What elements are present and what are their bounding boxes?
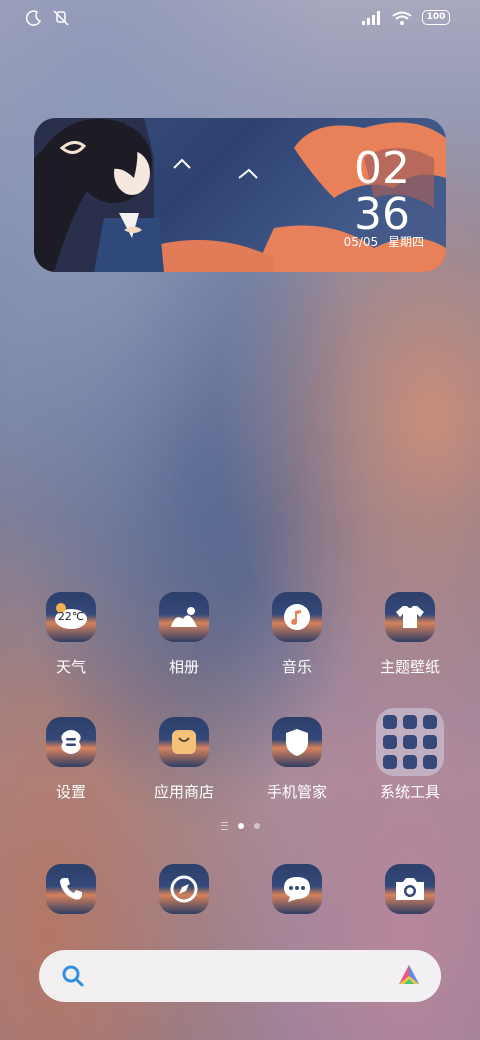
page-dot-active <box>237 823 244 829</box>
mini-app-icon <box>403 735 417 749</box>
app-label: 设置 <box>55 783 86 801</box>
mini-app-icon <box>383 735 397 749</box>
dock-browser[interactable] <box>129 864 239 914</box>
mini-app-icon <box>423 735 437 749</box>
page-dot <box>253 823 260 829</box>
music-icon <box>272 592 322 642</box>
mini-app-icon <box>383 755 397 769</box>
browser-icon <box>159 864 209 914</box>
security-icon <box>272 717 322 767</box>
app-label: 系统工具 <box>379 783 440 801</box>
search-bar[interactable] <box>39 950 441 1002</box>
clock-hour: 02 <box>354 143 410 194</box>
mini-app-icon <box>383 715 397 729</box>
weather-temp: 22℃ <box>57 610 85 623</box>
dock-camera[interactable] <box>355 864 465 914</box>
battery-indicator: 100 <box>422 10 450 25</box>
dock-messages[interactable] <box>242 864 352 914</box>
app-settings[interactable]: 设置 <box>16 717 126 802</box>
app-theme[interactable]: 主题壁纸 <box>355 592 465 677</box>
dock-phone[interactable] <box>16 864 126 914</box>
app-folder-system-tools[interactable]: 系统工具 <box>355 708 465 802</box>
search-icon[interactable] <box>61 964 85 988</box>
mini-app-icon <box>403 715 417 729</box>
mini-app-icon <box>403 755 417 769</box>
mute-icon <box>53 10 69 26</box>
messages-icon <box>272 864 322 914</box>
weather-icon: 22℃ <box>46 592 96 642</box>
clock-minute: 36 <box>354 189 410 240</box>
mini-app-icon <box>423 755 437 769</box>
app-music[interactable]: 音乐 <box>242 592 352 677</box>
assistant-icon[interactable] <box>395 962 423 990</box>
date-text: 05/05 <box>343 235 379 249</box>
weekday-text: 星期四 <box>387 235 424 249</box>
theme-icon <box>385 592 435 642</box>
clock-widget[interactable]: 02 36 05/05 星期四 <box>34 118 446 272</box>
settings-icon <box>46 717 96 767</box>
app-label: 应用商店 <box>153 783 214 801</box>
menu-lines-icon <box>220 822 228 830</box>
page-indicator[interactable] <box>0 822 480 830</box>
app-label: 音乐 <box>281 658 312 676</box>
mini-app-icon <box>423 715 437 729</box>
app-weather[interactable]: 22℃ 天气 <box>16 592 126 677</box>
moon-icon <box>26 10 42 26</box>
phone-icon <box>46 864 96 914</box>
wifi-icon <box>392 11 412 25</box>
camera-icon <box>385 864 435 914</box>
app-label: 手机管家 <box>266 783 327 801</box>
app-security[interactable]: 手机管家 <box>242 717 352 802</box>
app-label: 天气 <box>55 658 86 676</box>
app-gallery[interactable]: 相册 <box>129 592 239 677</box>
app-label: 主题壁纸 <box>379 658 440 676</box>
status-bar: 100 <box>0 0 480 40</box>
clock-date: 05/05 星期四 <box>338 233 424 250</box>
app-store-icon <box>159 717 209 767</box>
folder-icon <box>376 708 444 776</box>
app-store[interactable]: 应用商店 <box>129 717 239 802</box>
gallery-icon <box>159 592 209 642</box>
signal-icon <box>362 10 380 25</box>
app-label: 相册 <box>168 658 199 676</box>
